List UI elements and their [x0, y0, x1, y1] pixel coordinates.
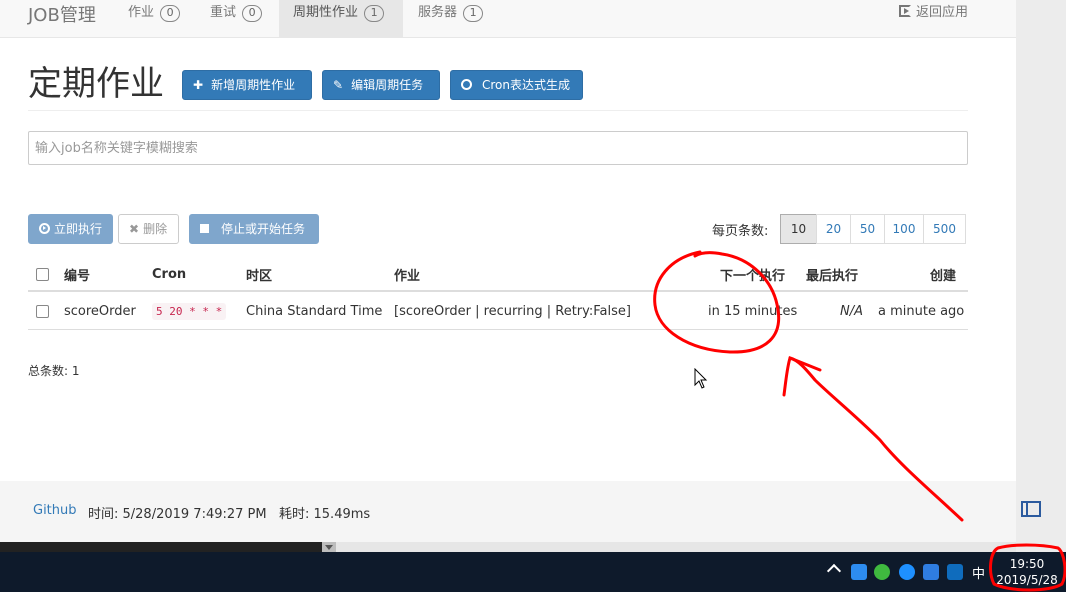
nav-servers-label: 服务器	[418, 5, 458, 20]
nav-recurring[interactable]: 周期性作业 1	[279, 0, 403, 37]
delete-button[interactable]: ✖ 删除	[118, 214, 179, 244]
page-title: 定期作业	[28, 64, 164, 104]
sidebar-toggle-icon[interactable]	[1021, 501, 1041, 517]
clock-date: 2019/5/28	[996, 573, 1058, 587]
clock-icon	[461, 79, 472, 90]
row-cron: 5 20 * * *	[152, 303, 227, 320]
row-next-execution: in 15 minutes	[708, 304, 798, 319]
nav-retries[interactable]: 重试 0	[196, 0, 276, 37]
nav-recurring-label: 周期性作业	[293, 5, 359, 20]
outlook-icon[interactable]	[947, 564, 963, 580]
nav-jobs-label: 作业	[128, 5, 155, 20]
taskbar: 中 19:50 2019/5/28	[0, 552, 1066, 592]
col-last-execution: 最后执行	[806, 268, 859, 284]
mouse-cursor-icon	[694, 368, 708, 389]
cron-generator-button[interactable]: Cron表达式生成	[450, 70, 583, 100]
row-timezone: China Standard Time	[246, 304, 383, 319]
scroll-down-icon[interactable]	[322, 542, 336, 552]
nav-jobs-count: 0	[160, 5, 181, 22]
app-tray-icon[interactable]	[923, 564, 939, 580]
edit-recurring-job-button[interactable]: ✎ 编辑周期任务	[322, 70, 440, 100]
desktop-background	[1016, 0, 1066, 552]
row-last-execution: N/A	[840, 304, 863, 319]
qq-icon[interactable]	[851, 564, 867, 580]
pencil-icon: ✎	[333, 78, 344, 92]
stop-start-button[interactable]: 停止或开始任务	[189, 214, 319, 244]
select-all-checkbox[interactable]	[36, 267, 49, 281]
row-job: [scoreOrder | recurring | Retry:False]	[394, 304, 631, 319]
background-window-edge	[0, 542, 1016, 552]
back-to-app-label: 返回应用	[915, 5, 968, 20]
page-size-50[interactable]: 50	[850, 214, 885, 244]
footer: Github 时间: 5/28/2019 7:49:27 PM 耗时: 15.4…	[0, 481, 1016, 542]
wechat-icon[interactable]	[874, 564, 890, 580]
github-link[interactable]: Github	[33, 503, 77, 518]
page-size-label: 每页条数:	[712, 224, 769, 239]
close-icon: ✖	[129, 222, 140, 236]
page-size-100[interactable]: 100	[884, 214, 924, 244]
col-next-execution: 下一个执行	[720, 268, 786, 284]
col-id: 编号	[64, 268, 91, 284]
nav-jobs[interactable]: 作业 0	[114, 0, 194, 37]
row-created: a minute ago	[878, 304, 965, 319]
row-id: scoreOrder	[64, 304, 136, 319]
clock-time: 19:50	[1009, 557, 1045, 571]
col-created: 创建	[930, 268, 957, 284]
ime-indicator[interactable]: 中	[972, 563, 985, 582]
nav-retries-label: 重试	[210, 5, 237, 20]
col-timezone: 时区	[246, 268, 273, 284]
play-circle-icon	[39, 223, 50, 234]
stop-start-label: 停止或开始任务	[221, 222, 306, 236]
run-now-label: 立即执行	[54, 222, 103, 236]
background-window	[0, 542, 336, 552]
table-header: 编号 Cron 时区 作业 下一个执行 最后执行 创建	[28, 258, 968, 292]
plus-icon: ✚	[193, 78, 204, 92]
page-size-500[interactable]: 500	[923, 214, 966, 244]
page-size-20[interactable]: 20	[816, 214, 851, 244]
brand[interactable]: JOB管理	[28, 1, 96, 27]
header-divider	[28, 110, 968, 111]
page-size-selector: 10 20 50 100 500	[780, 214, 966, 244]
row-checkbox[interactable]	[36, 305, 49, 318]
cron-generator-label: Cron表达式生成	[482, 78, 570, 92]
page-size-10[interactable]: 10	[780, 214, 817, 244]
add-recurring-job-label: 新增周期性作业	[211, 78, 296, 92]
col-cron: Cron	[152, 266, 187, 282]
search-input[interactable]	[28, 131, 968, 165]
add-recurring-job-button[interactable]: ✚ 新增周期性作业	[182, 70, 312, 100]
app-window: JOB管理 作业 0 重试 0 周期性作业 1 服务器 1 返回应用 定期作业 …	[0, 0, 1016, 542]
nav-recurring-count: 1	[364, 5, 385, 22]
nav-servers-count: 1	[463, 5, 484, 22]
chevron-up-icon[interactable]	[826, 563, 842, 579]
navbar: JOB管理 作业 0 重试 0 周期性作业 1 服务器 1 返回应用	[0, 0, 1016, 38]
sign-out-icon	[898, 5, 911, 17]
edit-recurring-job-label: 编辑周期任务	[351, 78, 424, 92]
back-to-app-link[interactable]: 返回应用	[898, 0, 968, 25]
system-clock[interactable]: 19:50 2019/5/28	[992, 556, 1062, 588]
col-job: 作业	[394, 268, 421, 284]
skype-icon[interactable]	[899, 564, 915, 580]
table-row: scoreOrder 5 20 * * * China Standard Tim…	[28, 294, 968, 330]
nav-servers[interactable]: 服务器 1	[404, 0, 497, 37]
footer-info: 时间: 5/28/2019 7:49:27 PM 耗时: 15.49ms	[88, 507, 371, 522]
total-count: 总条数: 1	[28, 364, 80, 378]
delete-label: 删除	[143, 222, 168, 236]
run-now-button[interactable]: 立即执行	[28, 214, 113, 244]
stop-icon	[200, 224, 209, 233]
nav-retries-count: 0	[242, 5, 263, 22]
